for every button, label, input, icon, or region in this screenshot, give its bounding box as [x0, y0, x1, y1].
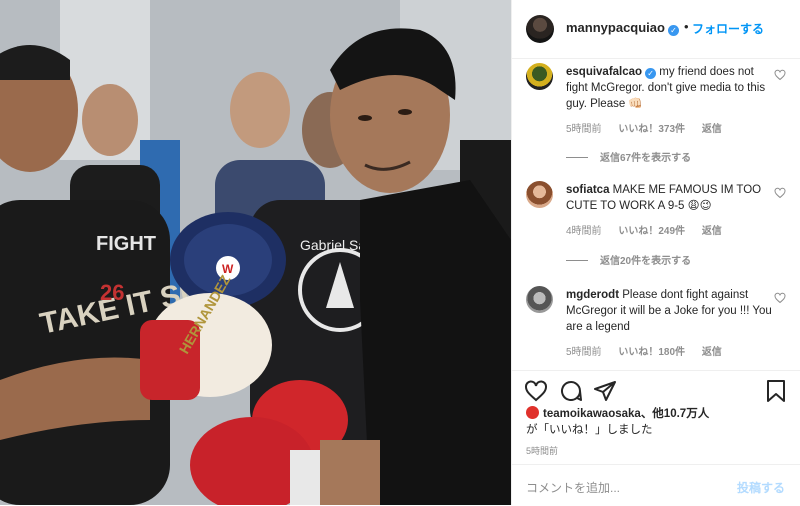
- post-comment-button[interactable]: 投稿する: [737, 479, 785, 496]
- comment-time: 5時間前: [566, 124, 602, 135]
- liker-username[interactable]: teamoikawaosaka: [543, 408, 641, 420]
- comment-likes[interactable]: いいね！373件: [618, 124, 685, 135]
- bookmark-icon[interactable]: [765, 379, 787, 403]
- post-actions: [512, 370, 800, 411]
- paper-plane-icon[interactable]: [593, 379, 617, 403]
- verified-badge-icon: ✓: [645, 68, 657, 79]
- comment-username[interactable]: mgderodt: [566, 289, 619, 301]
- comment-item: esquivafalcao ✓ my friend does not fight …: [526, 63, 796, 164]
- likes-others[interactable]: 、他10.7万人: [641, 408, 709, 420]
- view-replies-button[interactable]: 返信67件を表示する: [566, 149, 691, 164]
- shirt-number-text: 26: [100, 280, 124, 305]
- comment-likes[interactable]: いいね！180件: [618, 347, 685, 358]
- view-replies-label[interactable]: 返信67件を表示する: [600, 153, 691, 164]
- author-username[interactable]: mannypacquiao ✓: [566, 20, 679, 36]
- reply-button[interactable]: 返信: [702, 226, 722, 237]
- comment-avatar[interactable]: [526, 63, 553, 90]
- comment-meta: 5時間前 いいね！180件 返信: [566, 343, 736, 358]
- mitt-logo: W: [222, 262, 234, 276]
- comment-meta: 5時間前 いいね！373件 返信: [566, 120, 736, 135]
- shirt-fight-text: FIGHT: [96, 233, 156, 255]
- replies-divider: [566, 157, 588, 158]
- view-replies-label[interactable]: 返信20件を表示する: [600, 256, 691, 267]
- comment-icon[interactable]: [559, 379, 583, 403]
- comments-panel: mannypacquiao ✓ • フォローする esquivafalcao ✓ m…: [511, 0, 800, 505]
- verified-badge-icon: ✓: [667, 25, 679, 36]
- comment-avatar[interactable]: [526, 181, 553, 208]
- comment-text: sofiatca MAKE ME FAMOUS IM TOO CUTE TO W…: [566, 182, 772, 214]
- view-replies-button[interactable]: 返信20件を表示する: [566, 252, 691, 267]
- posted-time: 5時間前: [526, 446, 559, 456]
- comment-item: sofiatca MAKE ME FAMOUS IM TOO CUTE TO W…: [526, 181, 796, 277]
- comment-username[interactable]: esquivafalcao: [566, 66, 642, 78]
- post-photo[interactable]: Gabriel Santos TAKE IT SHOW FIGHT 26 W H…: [0, 0, 511, 505]
- follow-button[interactable]: フォローする: [692, 20, 764, 37]
- liker-avatar[interactable]: [526, 406, 539, 419]
- separator-dot: •: [684, 19, 689, 34]
- author-username-text[interactable]: mannypacquiao: [566, 20, 665, 35]
- post-header: mannypacquiao ✓ • フォローする: [512, 0, 800, 59]
- comment-input[interactable]: コメントを追加...: [526, 479, 620, 496]
- add-comment-bar: コメントを追加... 投稿する: [512, 464, 800, 506]
- comment-avatar[interactable]: [526, 286, 553, 313]
- comment-time: 5時間前: [566, 347, 602, 358]
- comment-item: mgderodt Please dont fight against McGre…: [526, 286, 796, 366]
- comment-time: 4時間前: [566, 226, 602, 237]
- comment-meta: 4時間前 いいね！249件 返信: [566, 222, 736, 237]
- avatar[interactable]: [526, 15, 554, 43]
- reply-button[interactable]: 返信: [702, 124, 722, 135]
- heart-icon[interactable]: [524, 379, 548, 403]
- comment-username[interactable]: sofiatca: [566, 184, 609, 196]
- likes-summary: teamoikawaosaka、他10.7万人 が「いいね！」しました: [526, 406, 709, 438]
- reply-button[interactable]: 返信: [702, 347, 722, 358]
- likes-suffix: が「いいね！」しました: [526, 424, 653, 436]
- boxing-training-image: Gabriel Santos TAKE IT SHOW FIGHT 26 W H…: [0, 0, 511, 505]
- comment-like-heart-icon[interactable]: [774, 69, 786, 81]
- comment-text: esquivafalcao ✓ my friend does not fight …: [566, 64, 772, 112]
- comment-text: mgderodt Please dont fight against McGre…: [566, 287, 772, 335]
- comment-like-heart-icon[interactable]: [774, 292, 786, 304]
- comment-likes[interactable]: いいね！249件: [618, 226, 685, 237]
- comment-like-heart-icon[interactable]: [774, 187, 786, 199]
- replies-divider: [566, 260, 588, 261]
